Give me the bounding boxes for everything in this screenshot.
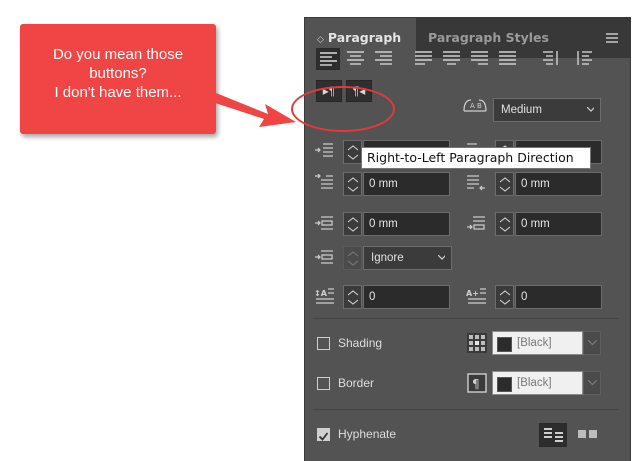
- border-color-value: [Black]: [517, 377, 552, 389]
- space-after-icon: [467, 216, 485, 230]
- composer-dropdown[interactable]: Medium: [493, 98, 601, 122]
- align-right-icon: [375, 51, 392, 65]
- justify-right-icon: [471, 51, 488, 65]
- align-to-grid-icon: [315, 250, 333, 264]
- last-line-right-indent-field[interactable]: 0 mm: [515, 172, 602, 196]
- border-color-dropdown[interactable]: [Black]: [492, 371, 583, 395]
- svg-text:↕A: ↕A: [314, 289, 328, 298]
- space-after-stepper[interactable]: [495, 212, 514, 236]
- checkmark-icon: [318, 432, 329, 441]
- space-before-field[interactable]: 0 mm: [363, 212, 450, 236]
- justify-all-icon: [499, 51, 516, 65]
- first-line-indent-field[interactable]: 0 mm: [363, 172, 450, 196]
- shading-color-dropdown-arrow[interactable]: [583, 331, 601, 355]
- align-towards-spine-button[interactable]: [538, 48, 562, 70]
- last-line-right-indent-stepper[interactable]: [495, 172, 514, 196]
- stepper-arrows-icon: [347, 177, 359, 192]
- last-line-right-indent-icon: [467, 175, 485, 191]
- first-line-indent-icon: [315, 174, 333, 189]
- stepper-arrows-icon: [347, 145, 359, 160]
- drop-cap-lines-stepper[interactable]: [343, 285, 362, 309]
- balance-columns-button[interactable]: [539, 423, 567, 447]
- svg-text:¶: ¶: [472, 377, 480, 391]
- shading-swatch-icon[interactable]: [467, 333, 487, 353]
- drop-cap-lines-field[interactable]: 0: [363, 285, 450, 309]
- span-columns-button[interactable]: [574, 423, 602, 447]
- align-center-icon: [347, 51, 364, 65]
- align-left-icon: [320, 52, 337, 66]
- border-swatch-icon[interactable]: ¶: [467, 373, 487, 393]
- left-indent-stepper[interactable]: [343, 140, 362, 164]
- tab-paragraph-styles-label: Paragraph Styles: [428, 30, 549, 45]
- stepper-arrows-icon: [347, 251, 359, 266]
- align-right-button[interactable]: [372, 48, 396, 70]
- align-away-from-spine-button[interactable]: [574, 48, 598, 70]
- stepper-arrows-icon: [347, 217, 359, 232]
- space-before-icon: [315, 216, 333, 230]
- border-color-dropdown-arrow[interactable]: [583, 371, 601, 395]
- stepper-arrows-icon: [499, 177, 511, 192]
- hamburger-menu-icon[interactable]: [606, 33, 618, 45]
- align-to-grid-stepper: [343, 246, 362, 270]
- shading-color-dropdown[interactable]: [Black]: [492, 331, 583, 355]
- first-line-indent-stepper[interactable]: [343, 172, 362, 196]
- justify-center-button[interactable]: [440, 48, 464, 70]
- divider: [313, 409, 619, 410]
- collapse-chevron-icon[interactable]: ◇: [317, 35, 324, 45]
- stepper-arrows-icon: [499, 217, 511, 232]
- svg-text:A+: A+: [466, 289, 479, 298]
- color-chip: [497, 377, 512, 392]
- space-after-field[interactable]: 0 mm: [515, 212, 602, 236]
- composer-value: Medium: [501, 104, 542, 116]
- chevron-down-icon: [438, 255, 445, 260]
- align-center-button[interactable]: [344, 48, 368, 70]
- tab-paragraph-label: Paragraph: [327, 30, 402, 45]
- align-left-button[interactable]: [316, 48, 340, 70]
- stepper-arrows-icon: [347, 290, 359, 305]
- drop-cap-characters-icon: A+: [466, 288, 486, 304]
- align-away-from-spine-icon: [577, 51, 592, 65]
- border-checkbox[interactable]: [317, 377, 330, 390]
- svg-text:A B: A B: [470, 102, 482, 110]
- shading-label: Shading: [338, 336, 383, 350]
- align-to-grid-dropdown[interactable]: Ignore: [363, 246, 452, 270]
- border-label: Border: [338, 376, 375, 390]
- hyphenate-label: Hyphenate: [338, 427, 397, 441]
- drop-cap-characters-field[interactable]: 0: [515, 285, 602, 309]
- space-before-stepper[interactable]: [343, 212, 362, 236]
- drop-cap-lines-icon: ↕A: [314, 288, 334, 304]
- divider: [313, 318, 619, 319]
- chevron-down-icon: [587, 107, 594, 112]
- spacing-composer-icon: A B: [463, 99, 487, 112]
- left-indent-icon: [315, 143, 333, 157]
- chevron-down-icon: [588, 380, 597, 386]
- stepper-arrows-icon: [499, 290, 511, 305]
- color-chip: [497, 337, 512, 352]
- annotation-highlight-ellipse: [291, 86, 395, 132]
- align-to-grid-value: Ignore: [371, 252, 404, 264]
- shading-color-value: [Black]: [517, 337, 552, 349]
- drop-cap-characters-stepper[interactable]: [495, 285, 514, 309]
- tooltip: Right-to-Left Paragraph Direction: [361, 147, 591, 169]
- justify-left-icon: [415, 51, 432, 65]
- shading-checkbox[interactable]: [317, 337, 330, 350]
- justify-all-button[interactable]: [496, 48, 520, 70]
- span-columns-icon: [578, 430, 597, 438]
- align-towards-spine-icon: [543, 51, 558, 65]
- justify-left-button[interactable]: [412, 48, 436, 70]
- justify-center-icon: [443, 51, 460, 65]
- hyphenate-checkbox[interactable]: [317, 428, 330, 441]
- justify-right-button[interactable]: [468, 48, 492, 70]
- column-layout-icon: [544, 428, 563, 442]
- chevron-down-icon: [588, 340, 597, 346]
